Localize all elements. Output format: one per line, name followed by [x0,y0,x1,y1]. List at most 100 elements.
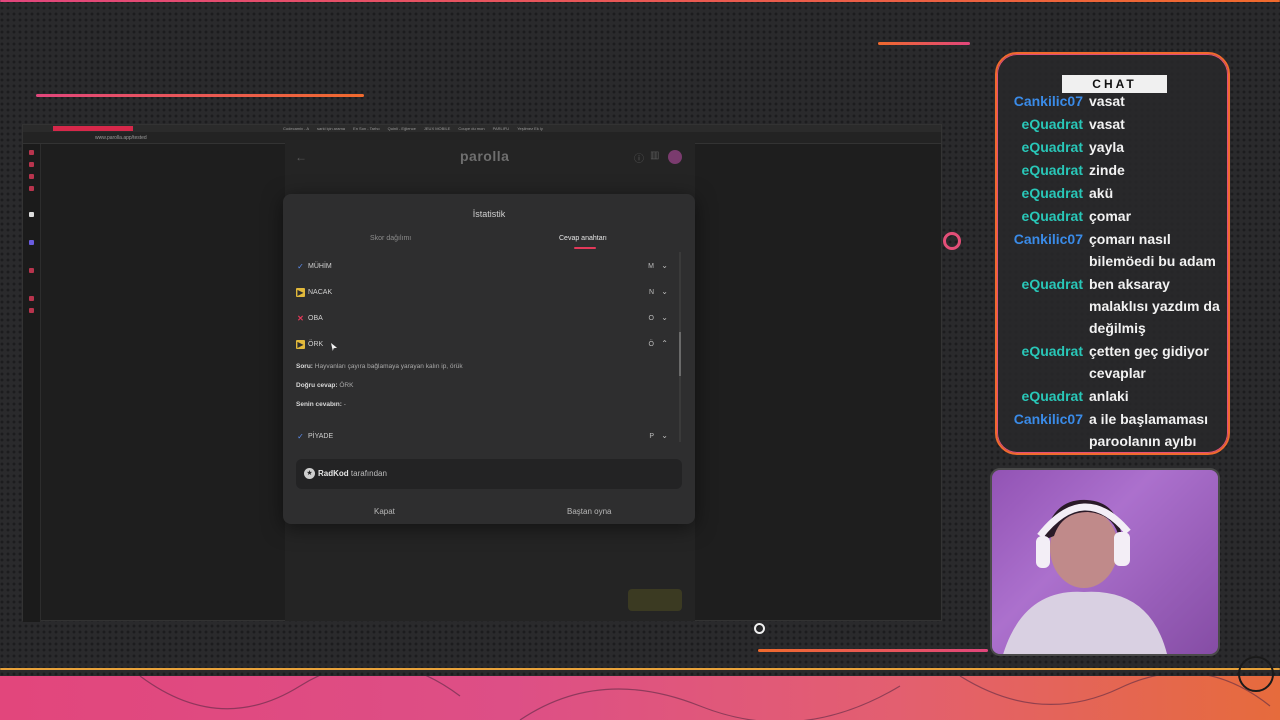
answer-letter: P [649,433,654,440]
browser-tab[interactable]: Codecamix - A [283,126,309,131]
answer-row[interactable]: ▶ NACAK N ⌄ [296,286,668,300]
ring-decoration-bottom [1238,656,1274,692]
chat-text: vasat [1089,116,1125,132]
chat-message: Cankilic07 çomarı nasıl bilemöedi bu ada… [997,228,1228,272]
chat-message: eQuadrat vasat [997,113,1228,135]
browser-tab[interactable]: PARLIFU [493,126,510,131]
chevron-down-icon[interactable]: ⌄ [661,431,668,440]
streamer-silhouette [992,470,1218,654]
answer-row[interactable]: ✓ MÜHİM M ⌄ [296,260,668,274]
chat-text: a ile başlamaması paroolanın ayıbı [1089,411,1209,449]
pass-icon: ▶ [296,288,305,297]
back-arrow-icon[interactable]: ← [295,150,307,164]
chat-username: eQuadrat [1021,162,1083,178]
info-icon[interactable]: ⓘ [634,150,644,165]
chat-message: eQuadrat anlaki [997,385,1228,407]
sidebar-app-icon[interactable] [29,308,34,313]
tab-answer-key[interactable]: Cevap anahtarı [559,235,607,242]
accent-line-left [36,94,364,97]
chat-text: anlaki [1089,388,1129,404]
sidebar-app-icon[interactable] [29,162,34,167]
answer-letter: M [648,263,654,270]
browser-tab[interactable]: JEUX MOBILE [424,126,450,131]
accent-line-bottom [758,649,988,652]
browser-sidebar [23,144,41,622]
sidebar-app-icon[interactable] [29,174,34,179]
chat-text: çomar [1089,208,1132,224]
answer-row[interactable]: ✕ OBA O ⌄ [296,312,668,326]
webcam-feed [990,468,1220,656]
chevron-down-icon[interactable]: ⌄ [661,287,668,296]
browser-tab-strip: Codecamix - A sarki için arama En Son - … [23,125,941,132]
chat-message: eQuadrat yayla [997,136,1228,158]
answer-row-expanded[interactable]: ▶ ÖRK Ö ⌃ [296,338,668,352]
star-icon: ★ [304,468,315,479]
chat-panel: Cankilic07 vasat eQuadrat vasat eQuadrat… [995,52,1230,455]
chat-username: Cankilic07 [1013,93,1083,109]
chat-username: Cankilic07 [1013,411,1083,427]
close-button[interactable]: Kapat [374,507,395,516]
correct-answer-value: ÖRK [339,382,354,389]
chat-text: yayla [1089,139,1125,155]
chat-username: eQuadrat [1021,185,1083,201]
chat-username: eQuadrat [1021,276,1083,292]
accent-line-lower [0,668,1280,670]
chat-text: vasat [1089,93,1125,109]
chat-message: Cankilic07 vasat [997,90,1228,112]
browser-tab[interactable]: En Son - Tarho [353,126,380,131]
browser-active-tab[interactable] [53,126,133,131]
sidebar-app-icon[interactable] [29,186,34,191]
browser-tab[interactable]: sarki için arama [317,126,345,131]
chat-username: Cankilic07 [1013,231,1083,247]
scrollbar-thumb[interactable] [679,332,681,376]
banner-wave-decoration [139,662,1271,720]
avatar-icon[interactable] [668,150,682,164]
chevron-up-icon[interactable]: ⌃ [661,339,668,348]
check-icon: ✓ [297,432,304,441]
correct-answer-label: Doğru cevap: [296,382,338,389]
app-title: parolla [460,148,510,164]
chat-text: akü [1089,185,1114,201]
sidebar-app-icon[interactable] [29,296,34,301]
accent-line-top [0,0,1280,2]
your-answer-value: - [343,401,346,408]
submit-button[interactable] [628,589,682,611]
chat-username: eQuadrat [1021,388,1083,404]
chevron-down-icon[interactable]: ⌄ [661,261,668,270]
modal-title: İstatistik [472,209,506,219]
ring-decoration [943,232,961,250]
credit-box[interactable]: ★ RadKod tarafından [296,459,682,489]
ring-decoration-small [754,623,765,634]
chat-username: eQuadrat [1021,208,1083,224]
chat-text: zinde [1089,162,1125,178]
stats-icon[interactable]: ▥ [650,150,659,161]
sidebar-app-icon[interactable] [29,240,34,245]
correct-answer-detail: Doğru cevap: ÖRK [296,382,353,389]
check-icon: ✓ [297,262,304,271]
your-answer-detail: Senin cevabın: - [296,401,346,408]
sidebar-app-icon[interactable] [29,268,34,273]
chat-header: CHAT [1062,75,1167,93]
chat-message: eQuadrat akü [997,182,1228,204]
tab-score-distribution[interactable]: Skor dağılımı [370,235,411,242]
browser-tab[interactable]: Yeşilmez Ek ly [517,126,543,131]
chat-message: eQuadrat zinde [997,159,1228,181]
chat-message: Cankilic07 a ile başlamaması paroolanın … [997,408,1228,452]
question-label: Soru: [296,363,313,370]
restart-button[interactable]: Baştan oyna [567,507,611,516]
browser-tab[interactable]: Coupe du mon [458,126,484,131]
browser-tab[interactable]: Quinli - Eğlence [388,126,416,131]
answer-word: ÖRK [308,341,324,348]
chevron-down-icon[interactable]: ⌄ [661,313,668,322]
question-detail: Soru: Hayvanları çayıra bağlamaya yaraya… [296,363,463,370]
answer-row[interactable]: ✓ PİYADE P ⌄ [296,430,668,444]
question-text: Hayvanları çayıra bağlamaya yarayan kalı… [314,363,463,370]
credit-author: RadKod [318,469,349,478]
answer-letter: N [648,289,654,296]
sidebar-app-icon[interactable] [29,150,34,155]
sidebar-app-icon[interactable] [29,212,34,217]
answer-letter: Ö [648,341,654,348]
bottom-banner [0,662,1280,720]
pass-icon: ▶ [296,340,305,349]
chat-message: eQuadrat ben aksaray malaklısı yazdım da… [997,273,1228,339]
